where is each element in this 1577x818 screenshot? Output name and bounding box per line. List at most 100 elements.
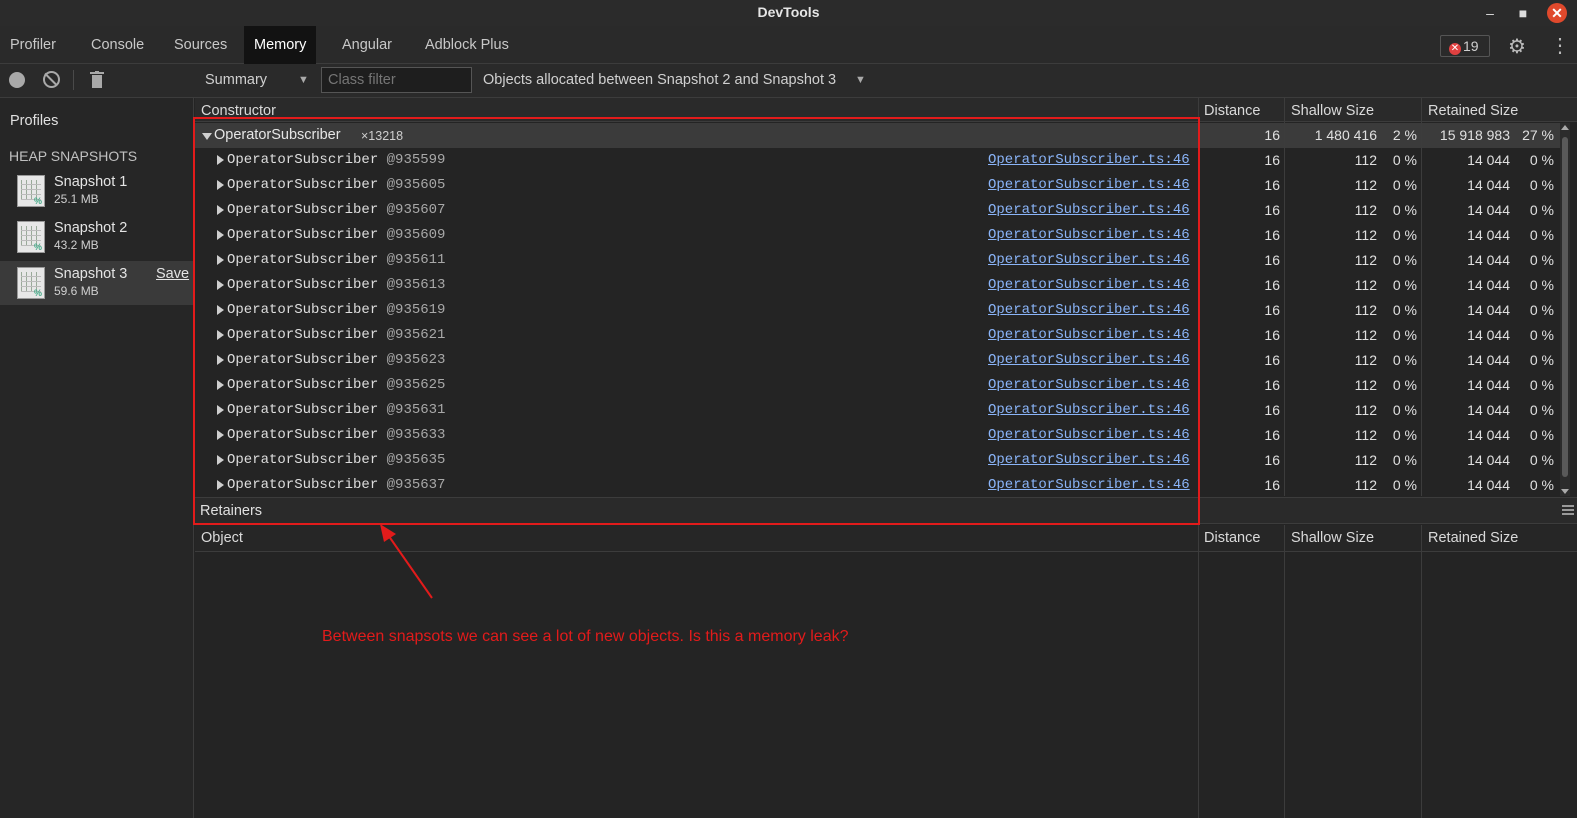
snapshot-item[interactable]: Snapshot 1 25.1 MB (0, 169, 193, 213)
column-retained-size[interactable]: Retained Size (1428, 103, 1518, 119)
allocation-range-select[interactable]: Objects allocated between Snapshot 2 and… (483, 72, 836, 88)
instance-row[interactable]: OperatorSubscriber @935607 OperatorSubscr… (195, 198, 1560, 223)
maximize-icon[interactable]: ■ (1513, 3, 1533, 23)
instance-row[interactable]: OperatorSubscriber @935613 OperatorSubscr… (195, 273, 1560, 298)
class-filter-input[interactable] (321, 67, 472, 93)
expand-toggle-icon[interactable] (217, 430, 224, 440)
expand-toggle-icon[interactable] (217, 280, 224, 290)
column-shallow-size[interactable]: Shallow Size (1291, 103, 1374, 119)
instance-label: OperatorSubscriber @935637 (227, 477, 445, 493)
expand-toggle-icon[interactable] (217, 180, 224, 190)
source-link[interactable]: OperatorSubscriber.ts:46 (988, 427, 1190, 443)
source-link[interactable]: OperatorSubscriber.ts:46 (988, 277, 1190, 293)
source-link[interactable]: OperatorSubscriber.ts:46 (988, 327, 1190, 343)
record-icon[interactable] (9, 72, 25, 88)
constructor-group-row[interactable]: OperatorSubscriber ×13218 16 1 480 416 2… (195, 123, 1560, 148)
instance-label: OperatorSubscriber @935607 (227, 202, 445, 218)
expand-toggle-icon[interactable] (217, 155, 224, 165)
instance-label: OperatorSubscriber @935635 (227, 452, 445, 468)
tab-adblock-plus[interactable]: Adblock Plus (415, 26, 519, 64)
expand-toggle-icon[interactable] (217, 230, 224, 240)
instance-row[interactable]: OperatorSubscriber @935635 OperatorSubscr… (195, 448, 1560, 473)
expand-toggle-icon[interactable] (217, 380, 224, 390)
shallow-size-value: 112 (1354, 152, 1377, 168)
source-link[interactable]: OperatorSubscriber.ts:46 (988, 152, 1190, 168)
column-object[interactable]: Object (201, 530, 243, 546)
source-link[interactable]: OperatorSubscriber.ts:46 (988, 227, 1190, 243)
source-link[interactable]: OperatorSubscriber.ts:46 (988, 202, 1190, 218)
instance-row[interactable]: OperatorSubscriber @935611 OperatorSubscr… (195, 248, 1560, 273)
snapshot-icon (17, 175, 45, 207)
more-options-icon[interactable]: ⋮ (1550, 33, 1570, 58)
source-link[interactable]: OperatorSubscriber.ts:46 (988, 252, 1190, 268)
instance-row[interactable]: OperatorSubscriber @935625 OperatorSubscr… (195, 373, 1560, 398)
expand-toggle-icon[interactable] (217, 405, 224, 415)
summary-grid: OperatorSubscriber ×13218 16 1 480 416 2… (195, 123, 1560, 496)
shallow-size-percent: 0 % (1392, 377, 1417, 393)
scrollbar-thumb[interactable] (1562, 137, 1568, 477)
source-link[interactable]: OperatorSubscriber.ts:46 (988, 352, 1190, 368)
distance-value: 16 (1264, 252, 1280, 268)
instance-id: @935619 (386, 302, 446, 318)
trash-icon[interactable] (90, 71, 104, 89)
instance-row[interactable]: OperatorSubscriber @935621 OperatorSubscr… (195, 323, 1560, 348)
instance-row[interactable]: OperatorSubscriber @935619 OperatorSubscr… (195, 298, 1560, 323)
tab-sources[interactable]: Sources (164, 26, 237, 64)
save-snapshot-link[interactable]: Save (156, 266, 189, 282)
column-shallow-size[interactable]: Shallow Size (1291, 530, 1374, 546)
expand-toggle-icon[interactable] (217, 205, 224, 215)
gear-icon[interactable]: ⚙ (1508, 34, 1526, 59)
instance-row[interactable]: OperatorSubscriber @935631 OperatorSubscr… (195, 398, 1560, 423)
minimize-icon[interactable]: – (1480, 3, 1500, 23)
chevron-down-icon[interactable]: ▼ (298, 74, 309, 86)
instance-row[interactable]: OperatorSubscriber @935609 OperatorSubscr… (195, 223, 1560, 248)
heap-snapshots-heading: HEAP SNAPSHOTS (9, 148, 138, 164)
shallow-size-percent: 0 % (1392, 427, 1417, 443)
clear-icon[interactable] (43, 71, 60, 88)
scroll-up-icon[interactable] (1561, 125, 1569, 130)
annotation-text: Between snapsots we can see a lot of new… (322, 628, 849, 645)
error-count-badge[interactable]: ✕ 19 (1440, 35, 1490, 57)
distance-value: 16 (1264, 427, 1280, 443)
tab-memory[interactable]: Memory (244, 26, 317, 64)
instance-label: OperatorSubscriber @935609 (227, 227, 445, 243)
view-mode-select[interactable]: Summary (205, 72, 267, 88)
retained-size-percent: 0 % (1529, 327, 1554, 343)
source-link[interactable]: OperatorSubscriber.ts:46 (988, 477, 1190, 493)
chevron-down-icon[interactable]: ▼ (855, 74, 866, 86)
column-constructor[interactable]: Constructor (201, 103, 276, 119)
expand-toggle-icon[interactable] (217, 255, 224, 265)
tab-angular[interactable]: Angular (332, 26, 402, 64)
expand-toggle-icon[interactable] (217, 455, 224, 465)
tab-profiler[interactable]: Profiler (0, 26, 66, 64)
scroll-down-icon[interactable] (1561, 489, 1569, 494)
expand-toggle-icon[interactable] (217, 305, 224, 315)
instance-label: OperatorSubscriber @935631 (227, 402, 445, 418)
column-distance[interactable]: Distance (1204, 530, 1260, 546)
menu-icon[interactable] (1562, 505, 1574, 515)
instance-row[interactable]: OperatorSubscriber @935605 OperatorSubscr… (195, 173, 1560, 198)
source-link[interactable]: OperatorSubscriber.ts:46 (988, 452, 1190, 468)
instance-row[interactable]: OperatorSubscriber @935599 OperatorSubscr… (195, 148, 1560, 173)
snapshot-item[interactable]: Snapshot 2 43.2 MB (0, 215, 193, 259)
expand-toggle-icon[interactable] (217, 480, 224, 490)
source-link[interactable]: OperatorSubscriber.ts:46 (988, 302, 1190, 318)
grid-scrollbar[interactable] (1560, 123, 1570, 496)
column-retained-size[interactable]: Retained Size (1428, 530, 1518, 546)
shallow-size-value: 112 (1354, 252, 1377, 268)
source-link[interactable]: OperatorSubscriber.ts:46 (988, 177, 1190, 193)
instance-row[interactable]: OperatorSubscriber @935623 OperatorSubscr… (195, 348, 1560, 373)
source-link[interactable]: OperatorSubscriber.ts:46 (988, 377, 1190, 393)
retained-size-percent: 0 % (1529, 477, 1554, 493)
retained-size-value: 14 044 (1467, 252, 1510, 268)
column-distance[interactable]: Distance (1204, 103, 1260, 119)
expand-toggle-icon[interactable] (202, 133, 212, 140)
snapshot-item[interactable]: Snapshot 3 59.6 MB Save (0, 261, 193, 305)
instance-row[interactable]: OperatorSubscriber @935633 OperatorSubscr… (195, 423, 1560, 448)
expand-toggle-icon[interactable] (217, 330, 224, 340)
source-link[interactable]: OperatorSubscriber.ts:46 (988, 402, 1190, 418)
expand-toggle-icon[interactable] (217, 355, 224, 365)
tab-console[interactable]: Console (81, 26, 154, 64)
close-icon[interactable]: ✕ (1547, 3, 1567, 23)
instance-row[interactable]: OperatorSubscriber @935637 OperatorSubscr… (195, 473, 1560, 496)
